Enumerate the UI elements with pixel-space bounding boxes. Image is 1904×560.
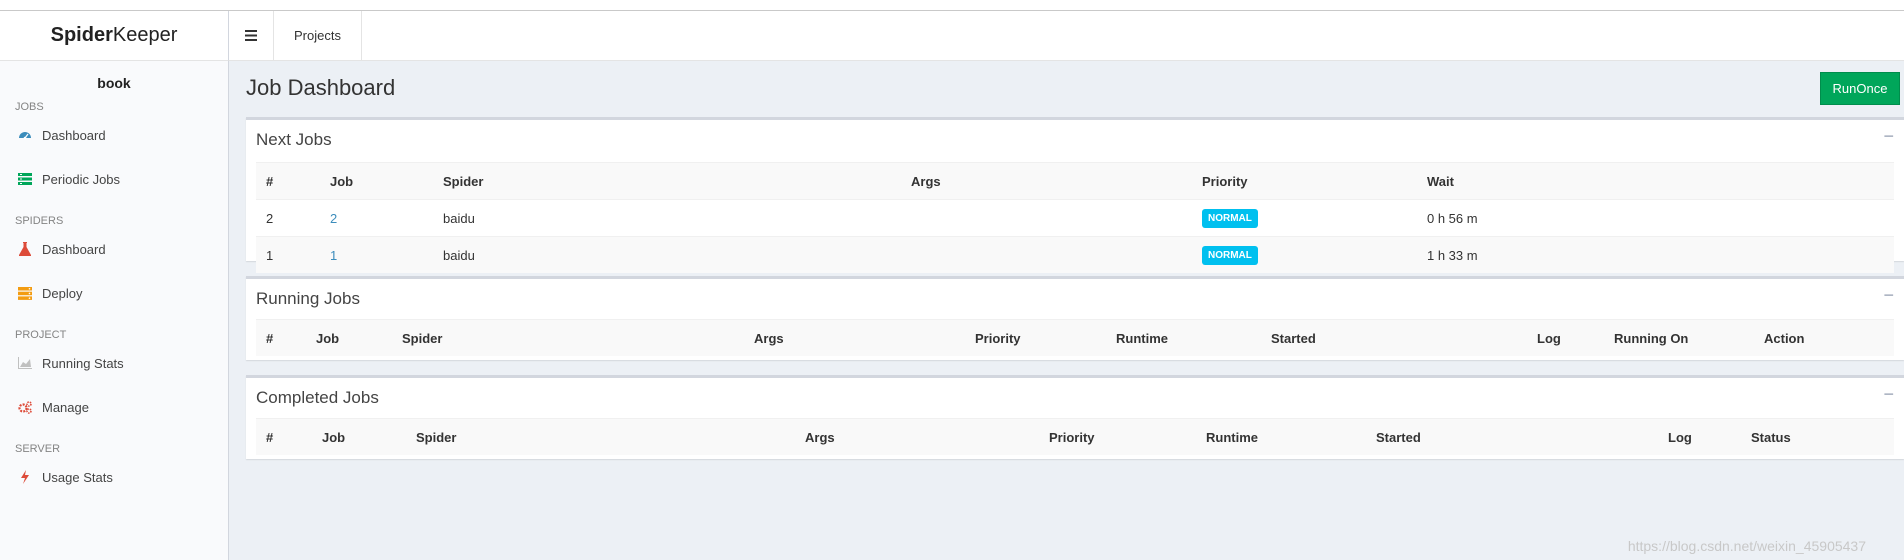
table-header-row: # Job Spider Args Priority Runtime Start… (256, 418, 1894, 455)
page-title: Job Dashboard (246, 75, 396, 100)
table-header-row: # Job Spider Args Priority Runtime Start… (256, 319, 1894, 356)
job-link[interactable]: 2 (330, 211, 337, 226)
cogs-icon (18, 400, 32, 414)
priority-badge: NORMAL (1202, 245, 1258, 265)
bars-icon (245, 25, 257, 46)
top-navbar: Projects (229, 11, 1904, 61)
sidebar-item-deploy[interactable]: Deploy (0, 271, 228, 315)
priority-cell: NORMAL (1192, 236, 1417, 273)
sidebar-toggle-button[interactable] (229, 11, 274, 60)
wait-cell: 0 h 56 m (1417, 199, 1894, 237)
col-header: Priority (965, 319, 1106, 356)
col-header: Running On (1604, 319, 1754, 356)
col-header: Started (1261, 319, 1527, 356)
dashboard-icon (18, 128, 32, 142)
job-cell: 1 (320, 236, 433, 273)
sidebar-header-project: PROJECT (15, 329, 67, 341)
sidebar-item-label: Usage Stats (42, 469, 113, 485)
running-jobs-title: Running Jobs (256, 289, 360, 308)
sidebar: book JOBS Dashboard Periodic Jobs SPIDER… (0, 61, 229, 560)
sidebar-item-label: Periodic Jobs (42, 171, 121, 187)
args-cell (901, 199, 1192, 237)
logo-rest-text: Keeper (112, 24, 178, 46)
sidebar-item-label: Deploy (42, 285, 83, 301)
col-header: Priority (1192, 162, 1417, 200)
col-header: # (256, 319, 306, 356)
collapse-icon[interactable]: − (1883, 285, 1894, 306)
running-jobs-table: # Job Spider Args Priority Runtime Start… (256, 319, 1894, 356)
collapse-icon[interactable]: − (1883, 384, 1894, 405)
sidebar-item-spiders-dashboard[interactable]: Dashboard (0, 227, 228, 271)
running-jobs-box: Running Jobs − # Job Spider Args Priorit… (246, 276, 1904, 360)
sidebar-item-label: Dashboard (42, 241, 106, 257)
sidebar-item-periodic-jobs[interactable]: Periodic Jobs (0, 157, 228, 201)
col-header: Runtime (1106, 319, 1261, 356)
next-jobs-box: Next Jobs − # Job Spider Args Priority W… (246, 117, 1904, 273)
args-cell (901, 236, 1192, 273)
sidebar-header-spiders: SPIDERS (15, 215, 64, 227)
col-header: Action (1754, 319, 1894, 356)
completed-jobs-title: Completed Jobs (256, 388, 379, 407)
table-row: 2 2 baidu NORMAL 0 h 56 m (256, 199, 1894, 237)
spider-cell: baidu (433, 199, 901, 237)
completed-jobs-table: # Job Spider Args Priority Runtime Start… (256, 418, 1894, 455)
row-number: 2 (256, 199, 320, 237)
col-header: Priority (1039, 418, 1196, 455)
server-icon (18, 286, 32, 300)
col-header: Job (320, 162, 433, 200)
watermark: https://blog.csdn.net/weixin_45905437 (1627, 538, 1866, 554)
spider-cell: baidu (433, 236, 901, 273)
completed-jobs-box: Completed Jobs − # Job Spider Args Prior… (246, 375, 1904, 459)
col-header: # (256, 162, 320, 200)
col-header: # (256, 418, 312, 455)
priority-cell: NORMAL (1192, 199, 1417, 237)
collapse-icon[interactable]: − (1883, 126, 1894, 147)
sidebar-item-label: Manage (42, 399, 89, 415)
table-header-row: # Job Spider Args Priority Wait (256, 162, 1894, 200)
area-chart-icon (18, 356, 32, 370)
projects-label: Projects (294, 28, 341, 43)
col-header: Spider (392, 319, 744, 356)
next-jobs-title: Next Jobs (256, 130, 332, 149)
job-cell: 2 (320, 199, 433, 237)
job-link[interactable]: 1 (330, 248, 337, 263)
sidebar-item-running-stats[interactable]: Running Stats (0, 341, 228, 385)
col-header: Wait (1417, 162, 1894, 200)
app-logo[interactable]: Spider Keeper (0, 11, 229, 61)
col-header: Spider (433, 162, 901, 200)
table-row: 1 1 baidu NORMAL 1 h 33 m (256, 236, 1894, 273)
col-header: Runtime (1196, 418, 1366, 455)
wait-cell: 1 h 33 m (1417, 236, 1894, 273)
col-header: Spider (406, 418, 795, 455)
sidebar-item-usage-stats[interactable]: Usage Stats (0, 455, 228, 499)
col-header: Job (306, 319, 392, 356)
sidebar-item-label: Dashboard (42, 127, 106, 143)
sidebar-project-name[interactable]: book (0, 61, 228, 91)
col-header: Args (744, 319, 965, 356)
run-once-button[interactable]: RunOnce (1820, 72, 1900, 105)
col-header: Status (1741, 418, 1894, 455)
sidebar-header-server: SERVER (15, 443, 61, 455)
list-icon (18, 172, 32, 186)
main-content: Job Dashboard RunOnce Next Jobs − # Job … (229, 61, 1904, 560)
col-header: Log (1658, 418, 1741, 455)
bolt-icon (18, 470, 32, 484)
col-header: Job (312, 418, 406, 455)
window-top-edge (0, 0, 1904, 11)
col-header: Args (901, 162, 1192, 200)
flask-icon (18, 242, 32, 256)
col-header: Log (1527, 319, 1604, 356)
col-header: Args (795, 418, 1039, 455)
sidebar-item-manage[interactable]: Manage (0, 385, 228, 429)
priority-badge: NORMAL (1202, 208, 1258, 228)
logo-bold-text: Spider (50, 24, 113, 46)
next-jobs-table: # Job Spider Args Priority Wait 2 2 baid… (256, 162, 1894, 273)
sidebar-item-jobs-dashboard[interactable]: Dashboard (0, 113, 228, 157)
col-header: Started (1366, 418, 1658, 455)
row-number: 1 (256, 236, 320, 273)
sidebar-item-label: Running Stats (42, 355, 124, 371)
projects-menu[interactable]: Projects (274, 11, 362, 60)
